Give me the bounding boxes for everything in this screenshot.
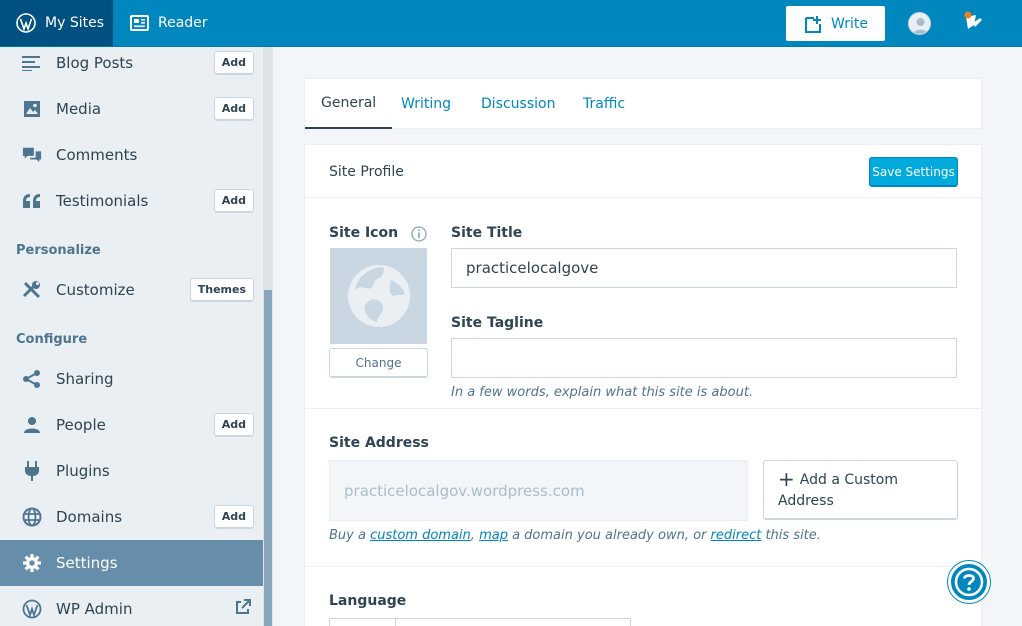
- notifications-icon[interactable]: [962, 11, 986, 37]
- sidebar-heading-configure: Configure: [16, 332, 88, 347]
- add-testimonial-button[interactable]: Add: [213, 189, 254, 213]
- reader-label: Reader: [158, 15, 208, 31]
- write-button[interactable]: Write: [786, 6, 885, 41]
- sidebar-item-label: WP Admin: [56, 600, 133, 618]
- site-profile-header: Site Profile Save Settings: [304, 144, 982, 198]
- reader-button[interactable]: Reader: [130, 0, 208, 46]
- custom-domain-link[interactable]: custom domain: [370, 528, 471, 543]
- save-settings-button[interactable]: Save Settings: [869, 157, 958, 187]
- add-person-button[interactable]: Add: [213, 413, 254, 437]
- hint-text: Buy a: [329, 528, 371, 543]
- media-icon: [22, 99, 42, 119]
- site-icon-image[interactable]: [330, 248, 427, 344]
- site-address-label: Site Address: [329, 435, 429, 451]
- hint-text: a domain you already own, or: [507, 528, 711, 543]
- sidebar-item-people[interactable]: People Add: [0, 402, 263, 448]
- sidebar-item-settings[interactable]: Settings: [0, 540, 263, 586]
- write-icon: [805, 15, 822, 33]
- my-sites-button[interactable]: My Sites: [0, 0, 113, 46]
- settings-tabs: General Writing Discussion Traffic: [304, 78, 982, 129]
- posts-icon: [22, 53, 42, 73]
- write-label: Write: [831, 15, 868, 32]
- quote-icon: [22, 191, 42, 211]
- sidebar-item-testimonials[interactable]: Testimonials Add: [0, 178, 263, 224]
- site-title-label: Site Title: [451, 225, 523, 241]
- plus-icon: +: [778, 467, 795, 491]
- sidebar-item-plugins[interactable]: Plugins: [0, 448, 263, 494]
- site-identity-card: Site Icon Change Site Title practiceloca…: [304, 197, 982, 409]
- sidebar-item-wp-admin[interactable]: WP Admin: [0, 586, 263, 626]
- tagline-hint: In a few words, explain what this site i…: [451, 385, 754, 400]
- site-icon-label: Site Icon: [329, 225, 399, 241]
- sidebar-heading-personalize: Personalize: [16, 243, 101, 258]
- tab-traffic[interactable]: Traffic: [567, 79, 641, 129]
- change-icon-button[interactable]: Change: [329, 348, 428, 378]
- sidebar-item-label: Domains: [56, 508, 123, 526]
- themes-button[interactable]: Themes: [189, 278, 254, 302]
- plugin-icon: [22, 461, 42, 481]
- sidebar-item-sharing[interactable]: Sharing: [0, 356, 263, 402]
- sidebar-item-customize[interactable]: Customize Themes: [0, 267, 263, 313]
- help-button[interactable]: [948, 561, 990, 603]
- add-media-button[interactable]: Add: [213, 97, 254, 121]
- address-hint: Buy a custom domain, map a domain you al…: [329, 528, 821, 543]
- sidebar-item-label: Comments: [56, 146, 138, 164]
- sidebar-item-label: Testimonials: [56, 192, 149, 210]
- external-link-icon: [235, 599, 251, 619]
- tab-writing[interactable]: Writing: [385, 79, 467, 129]
- tab-discussion[interactable]: Discussion: [465, 79, 571, 129]
- select-divider: [395, 619, 396, 626]
- sidebar-item-blog-posts[interactable]: Blog Posts Add: [0, 47, 263, 86]
- person-icon: [22, 415, 42, 435]
- sidebar-item-media[interactable]: Media Add: [0, 86, 263, 132]
- comments-icon: [22, 145, 42, 165]
- globe-icon: [22, 507, 42, 527]
- sidebar-item-label: Customize: [56, 281, 135, 299]
- hint-text: this site.: [761, 528, 821, 543]
- site-tagline-input[interactable]: [451, 338, 957, 378]
- sidebar-item-label: Sharing: [56, 370, 114, 388]
- site-address-input: practicelocalgov.wordpress.com: [329, 460, 748, 521]
- help-icon: [954, 567, 984, 597]
- wordpress-logo-icon: [16, 13, 36, 33]
- add-domain-button[interactable]: Add: [213, 505, 254, 529]
- language-label: Language: [329, 593, 407, 609]
- tools-icon: [22, 280, 42, 300]
- add-post-button[interactable]: Add: [213, 51, 254, 75]
- language-card: Language: [304, 566, 982, 626]
- wordpress-icon: [22, 599, 42, 619]
- language-select[interactable]: [329, 618, 631, 626]
- sidebar-scrollbar[interactable]: [263, 47, 273, 626]
- my-sites-label: My Sites: [45, 15, 104, 31]
- sidebar-item-comments[interactable]: Comments: [0, 132, 263, 178]
- sidebar-item-label: Media: [56, 100, 102, 118]
- user-avatar[interactable]: [908, 12, 931, 35]
- site-title-input[interactable]: practicelocalgove: [451, 248, 957, 288]
- sidebar-item-domains[interactable]: Domains Add: [0, 494, 263, 540]
- reader-icon: [130, 15, 149, 31]
- custom-address-label: Add a Custom Address: [778, 472, 898, 509]
- sidebar-item-label: Settings: [56, 554, 118, 572]
- share-icon: [22, 369, 42, 389]
- tab-general[interactable]: General: [305, 79, 393, 129]
- sidebar-item-label: Blog Posts: [56, 54, 134, 72]
- masterbar: My Sites Reader Write: [0, 0, 1022, 47]
- section-title: Site Profile: [329, 164, 404, 180]
- sidebar-item-label: Plugins: [56, 462, 110, 480]
- sidebar-scrollbar-thumb[interactable]: [264, 290, 272, 626]
- map-domain-link[interactable]: map: [479, 528, 508, 543]
- gear-icon: [22, 553, 42, 573]
- sidebar: Blog Posts Add Media Add Comments Testim…: [0, 47, 263, 626]
- redirect-link[interactable]: redirect: [711, 528, 762, 543]
- info-icon[interactable]: [411, 226, 427, 246]
- site-tagline-label: Site Tagline: [451, 315, 544, 331]
- site-address-card: Site Address practicelocalgov.wordpress.…: [304, 408, 982, 567]
- add-custom-address-button[interactable]: + Add a Custom Address: [763, 460, 958, 520]
- globe-placeholder-icon: [347, 265, 410, 327]
- sidebar-item-label: People: [56, 416, 106, 434]
- hint-text: ,: [470, 528, 480, 543]
